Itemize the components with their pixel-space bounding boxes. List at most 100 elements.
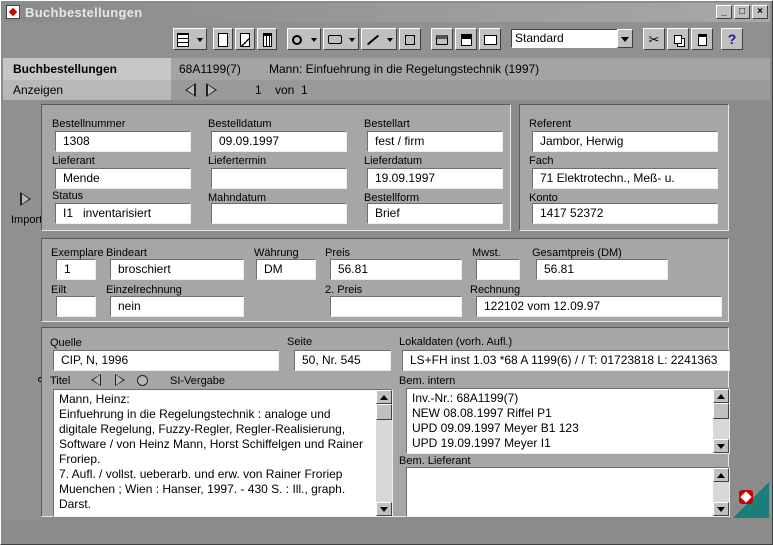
seite-label: Seite <box>287 336 313 348</box>
print-button[interactable] <box>431 28 453 50</box>
gesamtpreis-field[interactable]: 56.81 <box>536 259 668 280</box>
bem-lieferant-scrollbar[interactable] <box>713 468 729 516</box>
page-of-label: von <box>275 83 295 97</box>
lieferant-field[interactable]: Mende <box>55 168 191 189</box>
mahndatum-field[interactable] <box>211 203 347 224</box>
app-window: Buchbestellungen _ □ × Standard ✂ ? Buch… <box>0 0 773 545</box>
search-button[interactable] <box>287 28 321 50</box>
bestellart-label: Bestellart <box>364 118 410 130</box>
einzelrechnung-field[interactable]: nein <box>110 296 244 317</box>
scroll-thumb[interactable] <box>376 404 392 420</box>
liefertermin-field[interactable] <box>211 168 347 189</box>
lieferdatum-field[interactable]: 19.09.1997 <box>367 168 503 189</box>
delete-button[interactable] <box>257 28 277 50</box>
pointer-menu-button[interactable] <box>323 28 359 50</box>
next-record-icon[interactable] <box>206 83 217 97</box>
bestellart-field[interactable]: fest / firm <box>367 131 503 152</box>
scroll-down-icon[interactable] <box>713 502 729 516</box>
scroll-up-icon[interactable] <box>713 389 729 403</box>
mwst-label: Mwst. <box>472 247 501 259</box>
titel-reset-icon[interactable] <box>137 375 148 386</box>
scroll-thumb[interactable] <box>713 403 729 419</box>
bestelldatum-field[interactable]: 09.09.1997 <box>211 131 347 152</box>
titel-scrollbar[interactable] <box>376 390 392 516</box>
new-record-button[interactable] <box>213 28 233 50</box>
close-button[interactable]: × <box>752 5 768 19</box>
titel-line: Muenchen ; Wien : Hanser, 1997. - 430 S.… <box>59 482 346 496</box>
waehrung-field[interactable]: DM <box>256 259 316 280</box>
einzelrechnung-label: Einzelrechnung <box>106 284 182 296</box>
titel-prev-icon[interactable] <box>91 374 101 386</box>
title-bar[interactable]: Buchbestellungen _ □ × <box>3 3 770 22</box>
eilt-field[interactable] <box>56 296 96 317</box>
status-field[interactable]: I1 inventarisiert <box>55 203 191 224</box>
exemplare-field[interactable]: 1 <box>56 259 96 280</box>
view-select-button[interactable] <box>173 28 207 50</box>
bestellnummer-field[interactable]: 1308 <box>55 131 191 152</box>
titel-textarea[interactable]: Mann, Heinz: Einfuehrung in die Regelung… <box>53 389 393 517</box>
scroll-up-icon[interactable] <box>376 390 392 404</box>
bindeart-label: Bindeart <box>106 247 147 259</box>
bem-lieferant-label: Bem. Lieferant <box>399 455 471 467</box>
maximize-button[interactable]: □ <box>734 5 750 19</box>
order-panel: Bestellnummer 1308 Bestelldatum 09.09.19… <box>41 104 511 231</box>
edit-document-icon <box>240 32 250 47</box>
titel-line: Einfuehrung in die Regelungstechnik : an… <box>59 407 331 421</box>
form-button[interactable] <box>479 28 501 50</box>
titel-line: digitale Regelung, Fuzzy-Regler, Regler-… <box>59 422 346 436</box>
bem-intern-textarea[interactable]: Inv.-Nr.: 68A1199(7) NEW 08.08.1997 Riff… <box>406 388 730 454</box>
titel-label: Titel <box>50 375 71 387</box>
fach-label: Fach <box>529 155 554 167</box>
page-current: 1 <box>255 83 262 97</box>
copy-button[interactable] <box>667 28 689 50</box>
magic-wand-icon <box>366 34 380 46</box>
titel-line: Mann, Heinz: <box>59 392 130 406</box>
bem-lieferant-textarea[interactable] <box>406 467 730 517</box>
zoom-button[interactable] <box>399 28 421 50</box>
help-button[interactable]: ? <box>721 28 743 50</box>
grid-icon <box>177 32 189 47</box>
preis-field[interactable]: 56.81 <box>330 259 462 280</box>
preis2-field[interactable] <box>330 296 462 317</box>
lokaldaten-field[interactable]: LS+FH inst 1.03 *68 A 1199(6) / / T: 017… <box>402 350 730 371</box>
layout-select-dropdown-button[interactable] <box>617 29 633 48</box>
bindeart-field[interactable]: broschiert <box>110 259 244 280</box>
scroll-down-icon[interactable] <box>713 439 729 453</box>
seite-field[interactable]: 50, Nr. 545 <box>294 350 391 371</box>
bestellform-field[interactable]: Brief <box>367 203 503 224</box>
import-label[interactable]: Import <box>11 214 42 226</box>
prev-record-icon[interactable] <box>185 83 196 97</box>
trash-icon <box>262 32 272 47</box>
tools-menu-button[interactable] <box>361 28 397 50</box>
form-icon <box>483 34 497 45</box>
titel-next-icon[interactable] <box>115 374 125 386</box>
toolbar: Standard ✂ ? <box>3 22 770 58</box>
vendor-logo-icon <box>731 480 769 518</box>
edit-record-button[interactable] <box>235 28 255 50</box>
referent-field[interactable]: Jambor, Herwig <box>532 131 718 152</box>
si-vergabe-label[interactable]: SI-Vergabe <box>170 375 225 387</box>
scroll-down-icon[interactable] <box>376 502 392 516</box>
fach-field[interactable]: 71 Elektrotechn., Meß- u. <box>532 168 718 189</box>
cut-button[interactable]: ✂ <box>643 28 665 50</box>
minimize-button[interactable]: _ <box>716 5 732 19</box>
konto-field[interactable]: 1417 52372 <box>532 203 718 224</box>
mwst-field[interactable] <box>476 259 520 280</box>
hand-pointer-icon <box>328 35 342 45</box>
help-icon: ? <box>727 31 737 47</box>
paste-button[interactable] <box>691 28 713 50</box>
mode-label: Anzeigen <box>13 83 64 97</box>
save-button[interactable] <box>455 28 477 50</box>
record-header: Buchbestellungen 68A1199(7) Mann: Einfue… <box>3 58 770 80</box>
quelle-field[interactable]: CIP, N, 1996 <box>53 350 279 371</box>
import-icon[interactable] <box>20 192 31 206</box>
record-title: Mann: Einfuehrung in die Regelungstechni… <box>269 62 540 76</box>
bem-intern-scrollbar[interactable] <box>713 389 729 453</box>
copy-icon <box>674 35 682 45</box>
app-logo-icon[interactable] <box>6 5 20 19</box>
layout-select[interactable]: Standard <box>511 29 633 48</box>
rechnung-field[interactable]: 122102 vom 12.09.97 <box>476 296 722 317</box>
referent-label: Referent <box>529 118 572 130</box>
scroll-up-icon[interactable] <box>713 468 729 482</box>
rechnung-label: Rechnung <box>470 284 521 296</box>
